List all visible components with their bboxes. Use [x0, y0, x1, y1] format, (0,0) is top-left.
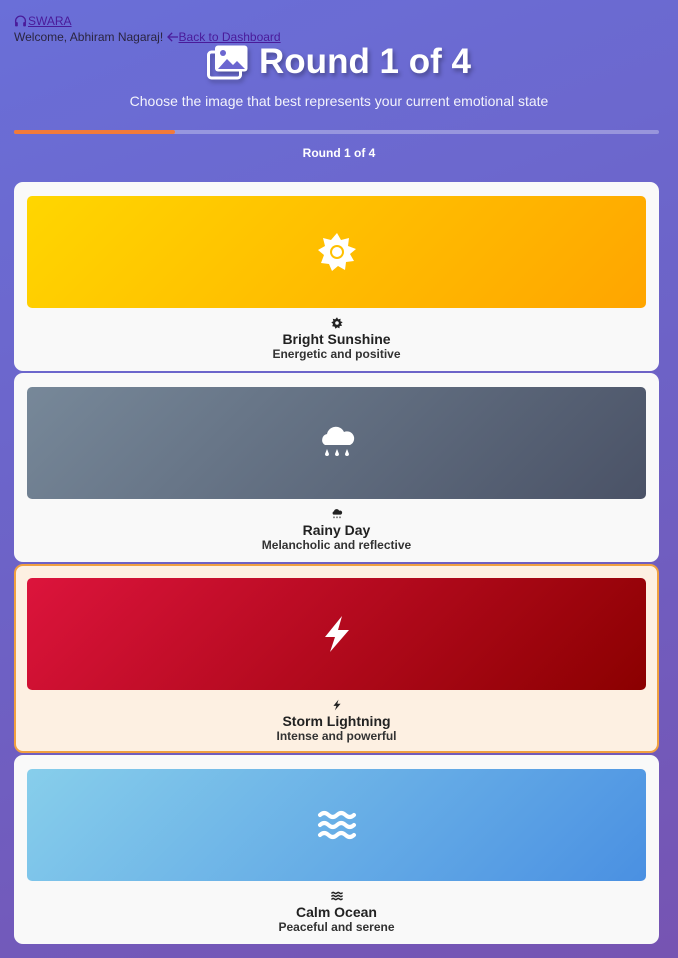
water-icon	[317, 811, 356, 839]
option-title: Storm Lightning	[282, 713, 391, 729]
brand-link[interactable]: SWARA	[14, 14, 72, 28]
top-nav: SWARA Welcome, Abhiram Nagaraj! Back to …	[14, 14, 281, 44]
option-description: Energetic and positive	[272, 347, 401, 361]
progress-label: Round 1 of 4	[302, 146, 376, 160]
option-title: Calm Ocean	[296, 904, 377, 920]
bolt-icon	[324, 616, 349, 652]
sun-icon-small	[330, 317, 343, 329]
cloud-rain-icon	[321, 426, 354, 456]
progress-fill	[14, 130, 176, 134]
option-description: Peaceful and serene	[278, 920, 395, 934]
option-image	[27, 196, 646, 308]
option-image	[27, 769, 646, 881]
brand-label: SWARA	[28, 14, 72, 28]
option-image	[27, 387, 646, 499]
option-image	[27, 578, 646, 690]
progress-bar	[14, 130, 659, 134]
option-card-calm-ocean[interactable]: Calm Ocean Peaceful and serene	[14, 755, 659, 944]
water-icon-small	[330, 891, 343, 901]
page-subtitle: Choose the image that best represents yo…	[129, 93, 549, 109]
option-title: Bright Sunshine	[282, 331, 391, 347]
page-title: Round 1 of 4	[259, 42, 471, 81]
sun-icon	[317, 233, 356, 271]
option-card-bright-sunshine[interactable]: Bright Sunshine Energetic and positive	[14, 182, 659, 371]
headphones-icon	[14, 15, 27, 27]
bolt-icon-small	[332, 699, 341, 711]
option-list: Bright Sunshine Energetic and positive R…	[14, 182, 659, 946]
option-description: Intense and powerful	[276, 729, 397, 743]
arrow-left-icon	[166, 32, 178, 42]
option-description: Melancholic and reflective	[261, 538, 412, 552]
option-card-rainy-day[interactable]: Rainy Day Melancholic and reflective	[14, 373, 659, 562]
cloud-rain-icon-small	[332, 509, 342, 519]
images-icon	[207, 45, 248, 80]
option-title: Rainy Day	[302, 522, 371, 538]
page-heading: Round 1 of 4	[0, 42, 678, 82]
option-card-storm-lightning[interactable]: Storm Lightning Intense and powerful	[14, 564, 659, 753]
